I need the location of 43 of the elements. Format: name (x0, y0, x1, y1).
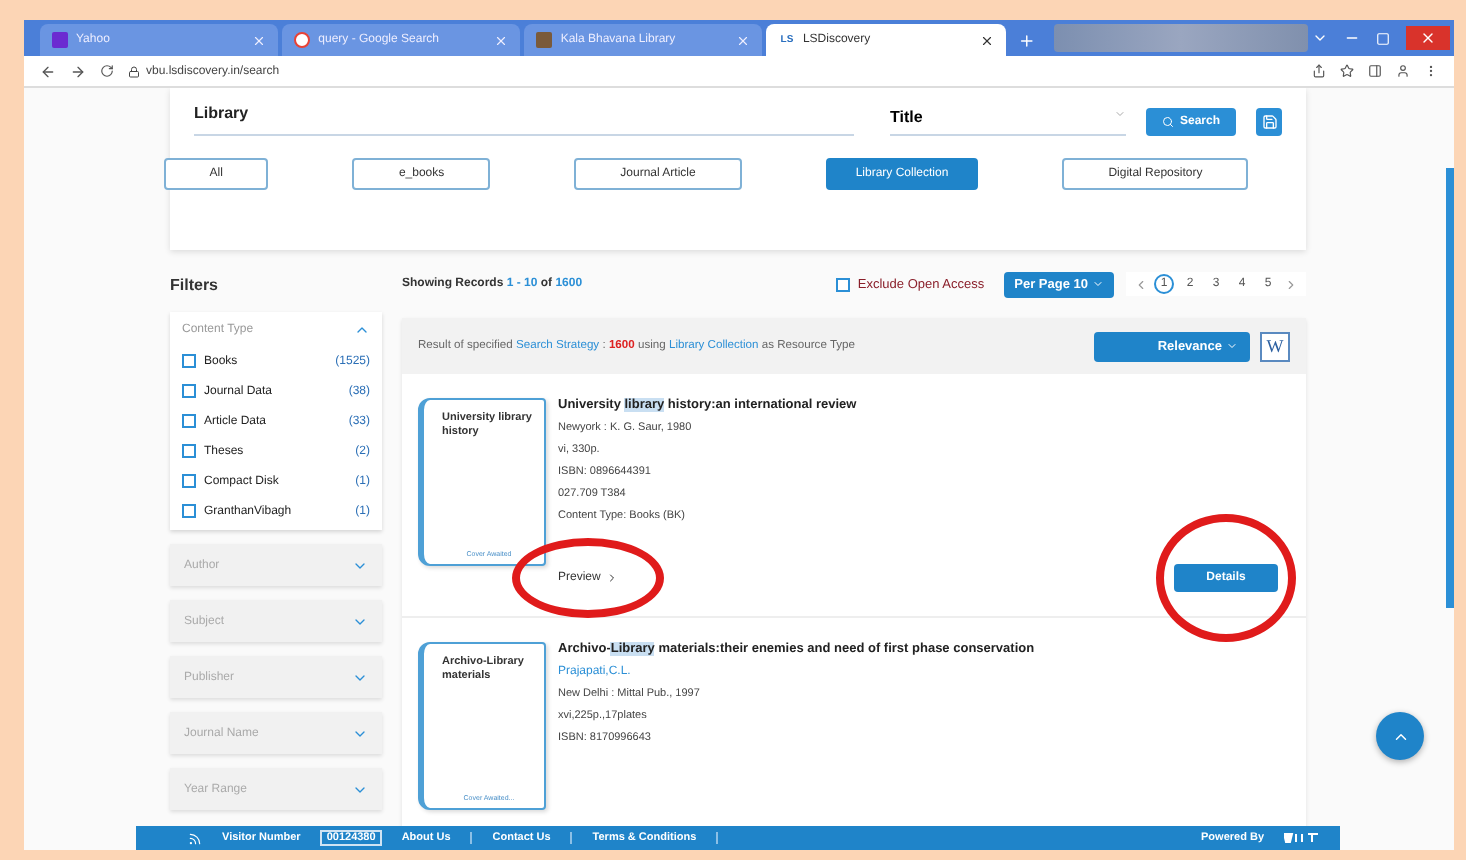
search-field[interactable]: Library (194, 100, 854, 136)
checkbox[interactable] (835, 277, 850, 291)
forward-icon[interactable] (70, 63, 86, 79)
checkbox[interactable] (182, 414, 196, 428)
favicon-icon (52, 32, 68, 48)
save-button[interactable] (1256, 108, 1282, 136)
favicon-icon (294, 32, 311, 48)
checkbox[interactable] (182, 354, 196, 368)
filters-title: Filters (170, 273, 221, 297)
share-icon[interactable] (1312, 64, 1326, 78)
checkbox[interactable] (182, 504, 196, 518)
new-tab-icon[interactable] (1017, 32, 1035, 50)
back-icon[interactable] (40, 63, 56, 79)
star-icon[interactable] (1340, 64, 1354, 78)
checkbox[interactable] (182, 384, 196, 398)
checkbox[interactable] (182, 474, 196, 488)
field-select[interactable]: Title (889, 104, 1126, 136)
chevron-right-icon (606, 572, 619, 584)
menu-icon[interactable] (1424, 64, 1438, 78)
previous-icon[interactable] (1134, 277, 1148, 291)
favicon-icon (536, 32, 553, 48)
save-icon (1261, 114, 1277, 130)
close-icon[interactable] (979, 33, 994, 47)
checkbox[interactable] (182, 444, 196, 458)
profile-icon[interactable] (1396, 64, 1410, 78)
close-window-button[interactable] (1406, 26, 1451, 50)
reload-icon[interactable] (100, 64, 114, 78)
lock-icon (128, 65, 140, 77)
maximize-icon[interactable] (1376, 31, 1391, 45)
annotation-circle (1156, 514, 1296, 642)
scroll-to-top-button[interactable] (1376, 712, 1424, 760)
sidebar-icon[interactable] (1368, 64, 1382, 78)
caret-icon (1226, 340, 1238, 352)
vendor-logo (1284, 832, 1320, 844)
next-icon[interactable] (1284, 277, 1298, 291)
caret-icon (1092, 278, 1104, 290)
rss-icon[interactable] (188, 831, 202, 845)
chevron-up-icon[interactable] (354, 322, 370, 338)
wiki-button[interactable]: W (1260, 331, 1290, 361)
search-icon (1161, 116, 1174, 128)
close-icon (1420, 30, 1437, 46)
caret-icon (1113, 108, 1126, 120)
chevron-down-icon[interactable] (1312, 30, 1329, 46)
